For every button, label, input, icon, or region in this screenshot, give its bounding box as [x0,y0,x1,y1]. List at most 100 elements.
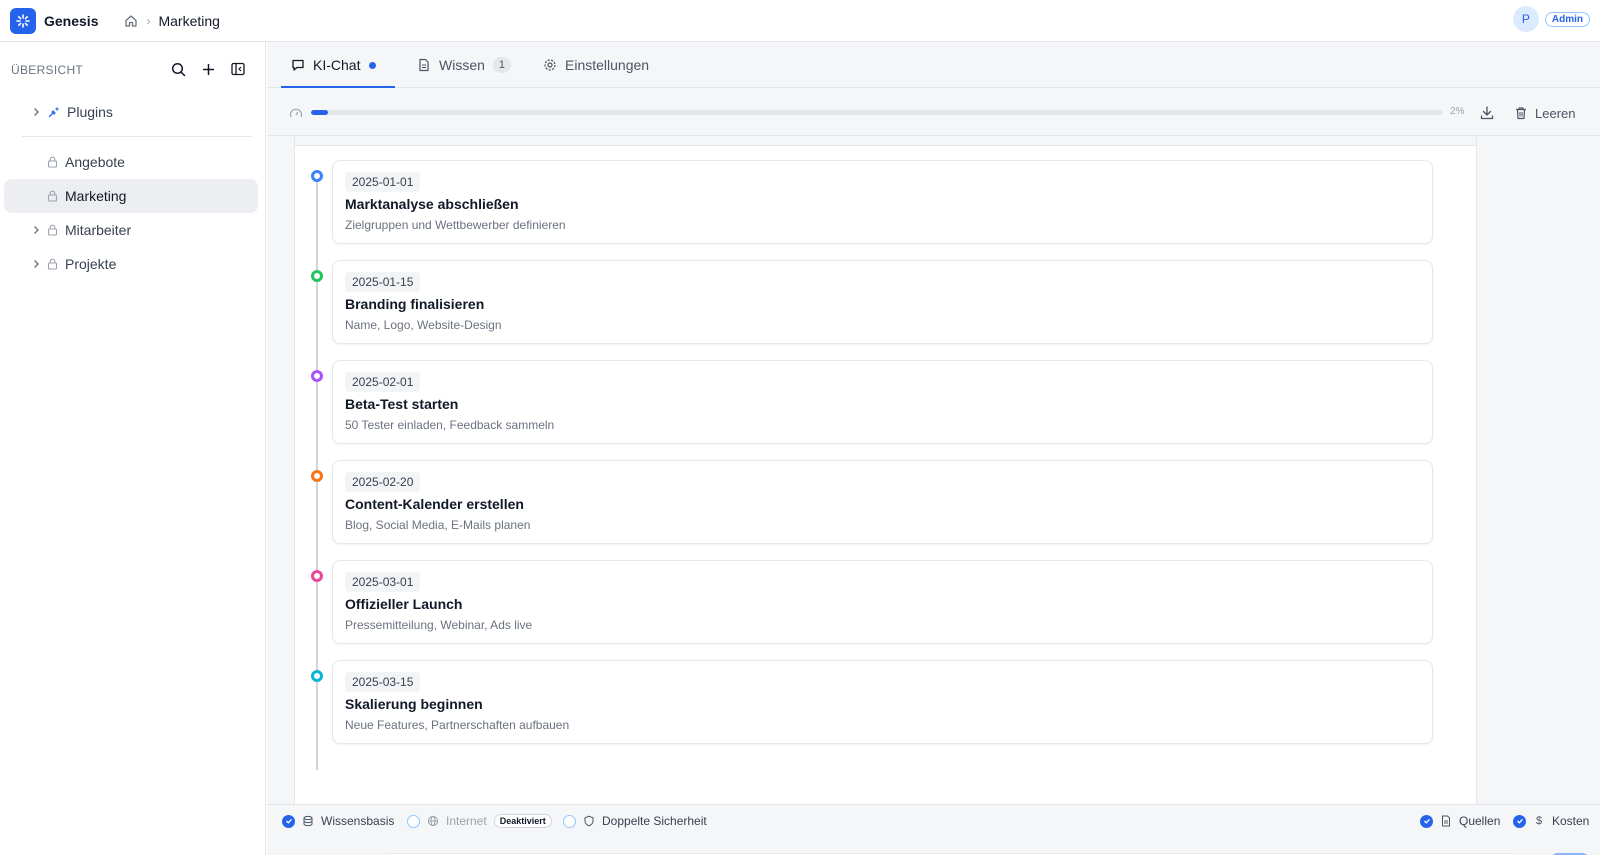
app-name: Genesis [44,12,99,29]
sidebar: ÜBERSICHT Plugins Angebote Marketing Mit… [0,42,266,855]
timeline-description: Blog, Social Media, E-Mails planen [345,518,531,532]
checkbox-checked-icon[interactable] [1513,814,1526,828]
collapse-sidebar-icon[interactable] [229,60,247,78]
user-area: P Admin [1512,6,1590,32]
context-progress-fill [311,110,328,115]
lock-icon [47,224,58,236]
tab-label: KI-Chat [313,57,361,73]
timeline-description: Name, Logo, Website-Design [345,318,502,332]
timeline-card: 2025-03-15 Skalierung beginnen Neue Feat… [332,660,1433,744]
tab-label: Wissen [439,57,485,73]
clear-button[interactable]: Leeren [1514,103,1575,123]
timeline-title: Branding finalisieren [345,296,485,312]
timeline-title: Marktanalyse abschließen [345,196,519,212]
timeline-card: 2025-01-15 Branding finalisieren Name, L… [332,260,1433,344]
sidebar-item-marketing[interactable]: Marketing [4,179,258,213]
timeline-description: 50 Tester einladen, Feedback sammeln [345,418,555,432]
timeline-description: Pressemitteilung, Webinar, Ads live [345,618,533,632]
timeline-dot [311,470,323,482]
sidebar-item-label: Marketing [65,188,127,204]
checkbox-unchecked-icon[interactable] [563,814,576,828]
main-area: KI-Chat Wissen 1 Einstellungen 2% Leeren… [267,42,1600,855]
checkbox-checked-icon[interactable] [1420,814,1433,828]
timeline-card: 2025-03-01 Offizieller Launch Pressemitt… [332,560,1433,644]
option-label: Internet [446,814,487,828]
sidebar-item-label: Projekte [65,256,117,272]
timeline-dot [311,370,323,382]
top-bar: Genesis › Marketing P Admin [0,0,1600,42]
deactivated-badge: Deaktiviert [493,814,552,828]
timeline-dot [311,670,323,682]
divider [22,136,252,137]
option-label: Kosten [1552,814,1590,828]
app-logo[interactable] [10,7,36,34]
trash-icon [1514,106,1528,120]
chat-options-row: Wissensbasis Internet Deaktiviert Doppel… [267,804,1600,838]
checkbox-unchecked-icon[interactable] [407,814,420,828]
option-label: Wissensbasis [321,814,395,828]
sidebar-title: ÜBERSICHT [11,63,84,77]
timeline-date: 2025-01-01 [345,172,421,192]
gear-icon [543,58,557,72]
timeline-title: Beta-Test starten [345,396,459,412]
chevron-right-icon[interactable] [30,224,42,236]
chevron-right-icon[interactable] [30,258,42,270]
option-label: Quellen [1459,814,1501,828]
option-internet[interactable]: Internet Deaktiviert [407,814,552,828]
option-costs[interactable]: $ Kosten [1513,814,1589,828]
option-label: Doppelte Sicherheit [602,814,707,828]
sidebar-item-projekte[interactable]: Projekte [4,247,258,281]
unread-dot [369,61,377,69]
lock-icon [47,190,58,202]
globe-icon [427,815,439,827]
chevron-right-icon: › [146,13,151,28]
context-progress-bar [311,110,1443,115]
timeline-date: 2025-03-15 [345,672,421,692]
home-icon[interactable] [124,14,138,28]
timeline-dot [311,170,323,182]
add-icon[interactable] [199,60,217,78]
chat-icon [291,58,305,72]
dollar-icon: $ [1535,815,1543,827]
tab-ki-chat[interactable]: KI-Chat [281,42,395,88]
timeline-title: Offizieller Launch [345,596,463,612]
search-icon[interactable] [169,60,187,78]
option-sources[interactable]: Quellen [1420,814,1500,828]
shield-icon [583,815,595,827]
role-badge: Admin [1544,11,1590,27]
tab-wissen[interactable]: Wissen 1 [417,42,512,88]
lock-icon [47,258,58,270]
count-badge: 1 [492,57,512,73]
tab-bar: KI-Chat Wissen 1 Einstellungen [267,42,1600,88]
download-icon[interactable] [1479,105,1495,121]
clear-label: Leeren [1535,105,1576,121]
document-icon [417,58,431,72]
active-tab-indicator [281,86,395,88]
timeline-description: Zielgruppen und Wettbewerber definieren [345,218,566,232]
document-icon [1440,815,1452,827]
plugin-icon [48,106,60,118]
sparkle-logo-icon [16,13,30,28]
panel-top-edge [295,136,1476,146]
timeline-card: 2025-02-20 Content-Kalender erstellen Bl… [332,460,1433,544]
sidebar-item-label: Plugins [67,104,113,120]
sidebar-item-mitarbeiter[interactable]: Mitarbeiter [4,213,258,247]
timeline-date: 2025-01-15 [345,272,421,292]
option-double-safety[interactable]: Doppelte Sicherheit [563,814,707,828]
avatar[interactable]: P [1512,6,1539,32]
timeline-dot [311,270,323,282]
chevron-right-icon[interactable] [30,106,42,118]
checkbox-checked-icon[interactable] [282,814,295,828]
lock-icon [47,156,58,168]
timeline-dot [311,570,323,582]
sidebar-item-plugins[interactable]: Plugins [4,95,258,129]
tab-einstellungen[interactable]: Einstellungen [543,42,649,88]
timeline-title: Skalierung beginnen [345,696,483,712]
composer [267,838,1600,855]
timeline-card: 2025-01-01 Marktanalyse abschließen Ziel… [332,160,1433,244]
option-knowledge-base[interactable]: Wissensbasis [282,814,394,828]
tab-label: Einstellungen [565,57,650,73]
gauge-icon [289,108,303,118]
timeline-card: 2025-02-01 Beta-Test starten 50 Tester e… [332,360,1433,444]
sidebar-item-angebote[interactable]: Angebote [4,145,258,179]
